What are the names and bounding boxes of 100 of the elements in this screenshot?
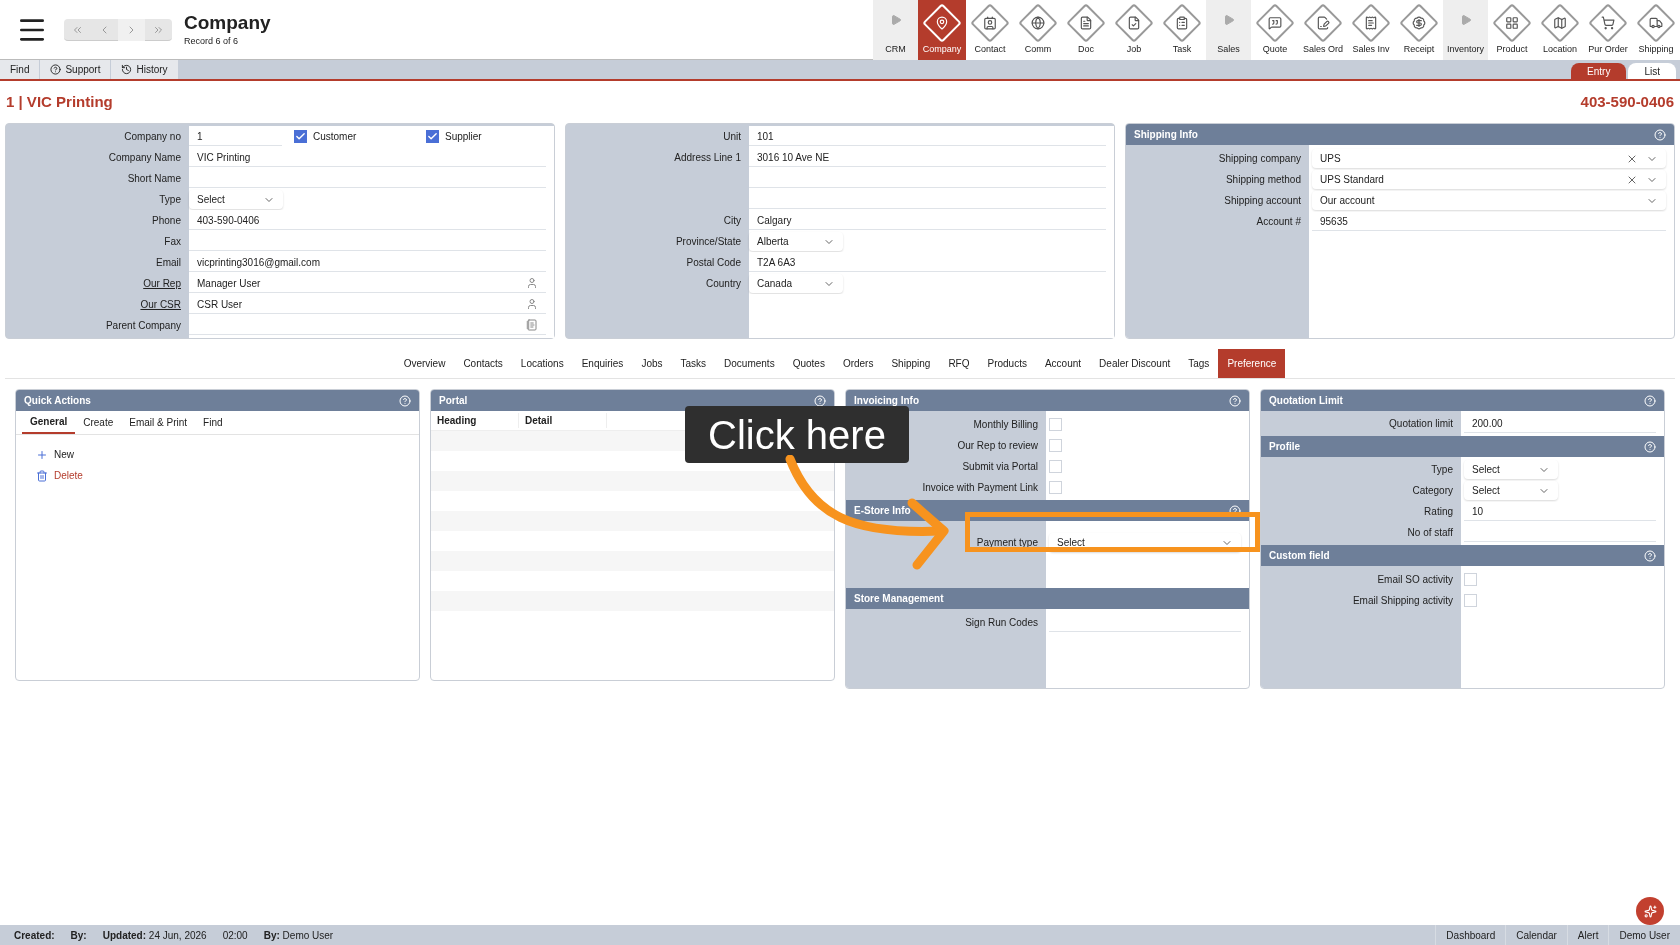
panel-header: Quick Actions bbox=[16, 390, 419, 411]
field-label: Quotation limit bbox=[1389, 418, 1453, 429]
toolbar-button[interactable]: Support bbox=[40, 60, 112, 79]
section-tab[interactable]: Orders bbox=[833, 349, 883, 378]
section-tab[interactable]: Locations bbox=[511, 349, 573, 378]
section-tab[interactable]: Products bbox=[978, 349, 1036, 378]
section-tab[interactable]: Enquiries bbox=[572, 349, 633, 378]
callout-bubble: Click here bbox=[685, 406, 909, 463]
status-text: By: bbox=[70, 928, 87, 943]
checkbox[interactable] bbox=[426, 130, 439, 143]
status-text: 02:00 bbox=[222, 928, 248, 943]
status-bar-button[interactable]: Alert bbox=[1566, 925, 1609, 945]
field-label: Shipping account bbox=[1224, 195, 1301, 206]
section-tab[interactable]: Jobs bbox=[632, 349, 672, 378]
checkbox-label: Supplier bbox=[445, 130, 482, 144]
field-label: Company no bbox=[124, 131, 181, 142]
section-tab[interactable]: Documents bbox=[715, 349, 784, 378]
status-bar-button[interactable]: Dashboard bbox=[1435, 925, 1506, 945]
status-bar-button[interactable]: Demo User bbox=[1608, 925, 1680, 945]
field-label: Postal Code bbox=[686, 257, 741, 268]
field-label: Email SO activity bbox=[1377, 574, 1453, 585]
record-counter: Record 6 of 6 bbox=[184, 34, 240, 48]
field-label: No of staff bbox=[1407, 527, 1453, 538]
status-bar-button[interactable]: Calendar bbox=[1505, 925, 1567, 945]
quick-actions-tab[interactable]: Create bbox=[75, 411, 122, 434]
select-field[interactable]: Canada bbox=[749, 274, 843, 293]
quick-actions-tab[interactable]: General bbox=[22, 411, 76, 434]
panel-header: Portal bbox=[431, 390, 834, 411]
triangle-icon bbox=[1459, 12, 1472, 28]
help-icon bbox=[50, 64, 62, 75]
section-tab[interactable]: RFQ bbox=[939, 349, 979, 378]
select-field[interactable]: Select bbox=[189, 190, 283, 209]
checkbox[interactable] bbox=[294, 130, 307, 143]
checkbox-label: Customer bbox=[313, 130, 357, 144]
person-icon bbox=[526, 277, 538, 289]
select-field[interactable]: Our account bbox=[1312, 191, 1666, 210]
section-tab[interactable]: Tasks bbox=[671, 349, 716, 378]
record-phone: 403-590-0406 bbox=[1580, 91, 1674, 112]
quick-actions-tab[interactable]: Email & Print bbox=[121, 411, 196, 434]
next-record-icon[interactable] bbox=[118, 18, 145, 41]
field-link[interactable]: Our Rep bbox=[143, 278, 181, 289]
field-label: Sign Run Codes bbox=[965, 617, 1038, 628]
panel-header: Custom field bbox=[1261, 545, 1664, 566]
field-label: Submit via Portal bbox=[962, 461, 1038, 472]
field-label: Shipping method bbox=[1225, 174, 1301, 185]
history-icon bbox=[121, 64, 133, 75]
select-field[interactable]: Alberta bbox=[749, 232, 843, 251]
record-title: 1 | VIC Printing bbox=[6, 91, 113, 112]
column-header: Detail bbox=[519, 413, 607, 428]
field-link[interactable]: Our CSR bbox=[140, 299, 181, 310]
module-group-button[interactable]: Sales bbox=[1206, 0, 1251, 60]
field-label: Unit bbox=[723, 131, 741, 142]
notebook-icon bbox=[526, 319, 538, 331]
field-label: Shipping company bbox=[1218, 153, 1301, 164]
module-group-button[interactable]: CRM bbox=[873, 0, 918, 60]
toolbar-button[interactable]: History bbox=[111, 60, 179, 79]
field-label: Type bbox=[1431, 464, 1453, 475]
section-tab[interactable]: Preference bbox=[1218, 349, 1286, 378]
section-tab[interactable]: Dealer Discount bbox=[1090, 349, 1180, 378]
triangle-icon bbox=[1222, 12, 1235, 28]
section-tab[interactable]: Account bbox=[1035, 349, 1091, 378]
plus-icon bbox=[36, 448, 48, 461]
select-field[interactable]: Select bbox=[1464, 460, 1558, 479]
field-label: Company Name bbox=[108, 152, 181, 163]
status-text: Updated: 24 Jun, 2026 bbox=[102, 928, 207, 943]
section-tab[interactable]: Contacts bbox=[454, 349, 512, 378]
field-label: Parent Company bbox=[105, 320, 181, 331]
module-button[interactable]: Company bbox=[918, 0, 966, 60]
page-title: Company bbox=[184, 10, 271, 35]
field-label: Country bbox=[706, 278, 741, 289]
section-tab[interactable]: Overview bbox=[394, 349, 455, 378]
select-field[interactable]: UPS bbox=[1312, 149, 1666, 168]
panel-header: Quotation Limit bbox=[1261, 390, 1664, 411]
section-tab[interactable]: Shipping bbox=[882, 349, 940, 378]
section-tab[interactable]: Tags bbox=[1179, 349, 1219, 378]
view-tab[interactable]: List bbox=[1628, 63, 1676, 79]
quick-actions-tab[interactable]: Find bbox=[195, 411, 231, 434]
input-field[interactable] bbox=[189, 316, 546, 335]
triangle-icon bbox=[889, 12, 902, 28]
sparkle-icon bbox=[1643, 904, 1657, 918]
module-group-button[interactable]: Inventory bbox=[1443, 0, 1488, 60]
view-tab[interactable]: Entry bbox=[1571, 63, 1627, 79]
panel-header: Profile bbox=[1261, 436, 1664, 457]
field-label: Phone bbox=[152, 215, 181, 226]
field-label: City bbox=[723, 215, 741, 226]
field-label: Short Name bbox=[127, 173, 181, 184]
select-field[interactable]: UPS Standard bbox=[1312, 170, 1666, 189]
section-tab[interactable]: Quotes bbox=[783, 349, 834, 378]
help-icon[interactable] bbox=[814, 394, 826, 407]
field-label: Invoice with Payment Link bbox=[922, 482, 1038, 493]
toolbar-button[interactable]: Find bbox=[0, 60, 41, 79]
select-field[interactable]: Select bbox=[1464, 481, 1558, 500]
panel-header: Shipping Info bbox=[1126, 124, 1674, 145]
status-text: Created: bbox=[14, 928, 55, 943]
new-link[interactable]: New bbox=[36, 447, 399, 462]
assistant-button[interactable] bbox=[1636, 897, 1664, 925]
field-label: Type bbox=[159, 194, 181, 205]
panel-header: Store Management bbox=[846, 588, 1249, 609]
field-label: Fax bbox=[164, 236, 181, 247]
delete-link[interactable]: Delete bbox=[36, 468, 399, 483]
